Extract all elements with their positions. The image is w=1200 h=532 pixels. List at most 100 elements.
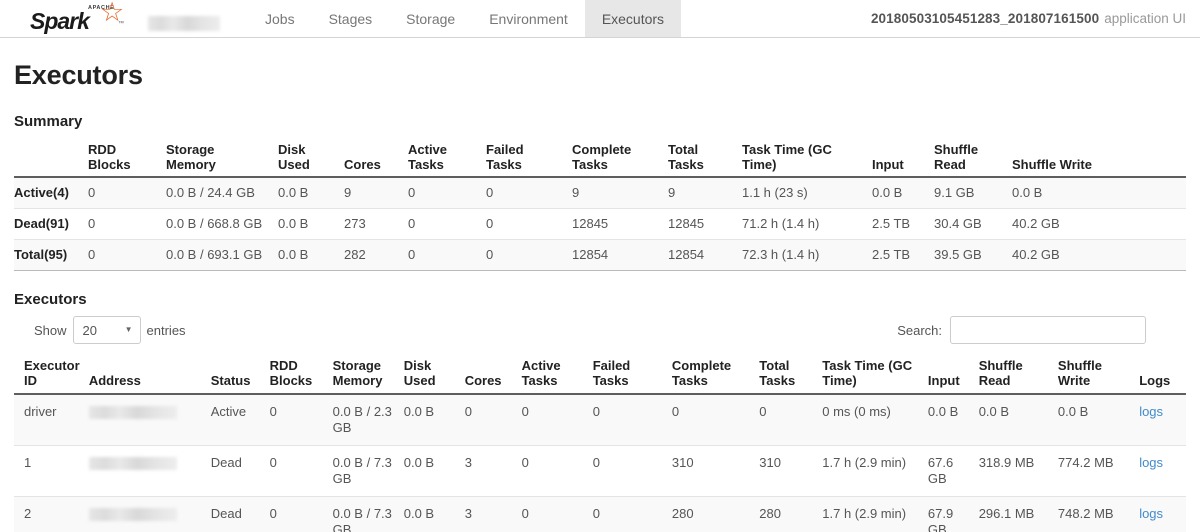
col-storage-memory[interactable]: Storage Memory — [333, 354, 404, 394]
col-line2: Tasks — [759, 373, 795, 388]
cell-status: Dead — [211, 497, 270, 532]
cell-active-tasks: 0 — [408, 209, 486, 240]
table-row: Dead(91) 0 0.0 B / 668.8 GB 0.0 B 273 0 … — [14, 209, 1186, 240]
cell-shuffle-read: 296.1 MB — [979, 497, 1058, 532]
col-line2: Input — [872, 157, 904, 172]
cell-disk-used: 0.0 B — [278, 209, 344, 240]
col-line1: RDD — [270, 358, 298, 373]
col-line2: Time) — [742, 157, 776, 172]
cell-failed-tasks: 0 — [486, 177, 572, 209]
col-failed-tasks[interactable]: Failed Tasks — [593, 354, 672, 394]
cell-rdd-blocks: 0 — [88, 177, 166, 209]
cell-logs: logs — [1139, 497, 1186, 532]
cell-status: Dead — [211, 446, 270, 497]
col-total-tasks[interactable]: Total Tasks — [759, 354, 822, 394]
cell-shuffle-write: 0.0 B — [1058, 394, 1139, 446]
col-line1: RDD — [88, 142, 116, 157]
col-status[interactable]: Status — [211, 354, 270, 394]
summary-col-disk-used: Disk Used — [278, 138, 344, 177]
col-line2: Memory — [333, 373, 383, 388]
entries-select[interactable]: 20 40 60 100 All — [73, 316, 141, 344]
cell-active-tasks: 0 — [408, 240, 486, 271]
page-title: Executors — [14, 60, 1186, 91]
cell-total-tasks: 12845 — [668, 209, 742, 240]
cell-storage-memory: 0.0 B / 7.3 GB — [333, 446, 404, 497]
address-redacted — [89, 406, 177, 419]
col-line2: ID — [24, 373, 37, 388]
cell-input: 2.5 TB — [872, 240, 934, 271]
cell-shuffle-write: 0.0 B — [1012, 177, 1186, 209]
col-line1: Disk — [278, 142, 305, 157]
col-line1: Task Time (GC — [822, 358, 912, 373]
col-shuffle-read[interactable]: Shuffle Read — [979, 354, 1058, 394]
table-controls: Show 20 40 60 100 All ▼ entries Search: — [14, 316, 1186, 344]
summary-row-label: Total(95) — [14, 240, 88, 271]
logs-link[interactable]: logs — [1139, 404, 1163, 419]
col-line1: Complete — [672, 358, 731, 373]
cell-input: 67.9 GB — [928, 497, 979, 532]
application-ui-label: application UI — [1104, 11, 1186, 26]
summary-table-body: Active(4) 0 0.0 B / 24.4 GB 0.0 B 9 0 0 … — [14, 177, 1186, 271]
col-executor-id[interactable]: Executor ID — [14, 354, 89, 394]
logs-link[interactable]: logs — [1139, 506, 1163, 521]
col-line2: Logs — [1139, 373, 1170, 388]
col-line2: Tasks — [572, 157, 608, 172]
summary-col-complete-tasks: Complete Tasks — [572, 138, 668, 177]
cell-failed-tasks: 0 — [486, 209, 572, 240]
cell-total-tasks: 310 — [759, 446, 822, 497]
logs-link[interactable]: logs — [1139, 455, 1163, 470]
col-line1: Active — [408, 142, 447, 157]
cell-complete-tasks: 280 — [672, 497, 759, 532]
cell-total-tasks: 9 — [668, 177, 742, 209]
col-input[interactable]: Input — [928, 354, 979, 394]
col-line1: Active — [522, 358, 561, 373]
cell-rdd-blocks: 0 — [270, 497, 333, 532]
cell-input: 2.5 TB — [872, 209, 934, 240]
col-line2: Cores — [344, 157, 381, 172]
cell-complete-tasks: 0 — [672, 394, 759, 446]
summary-col-cores: Cores — [344, 138, 408, 177]
col-line2: Used — [278, 157, 310, 172]
cell-complete-tasks: 12845 — [572, 209, 668, 240]
col-address[interactable]: Address — [89, 354, 211, 394]
col-line2: Read — [934, 157, 966, 172]
tab-stages[interactable]: Stages — [312, 0, 390, 37]
col-line2: Shuffle Write — [1012, 157, 1092, 172]
col-line2: Status — [211, 373, 251, 388]
cell-shuffle-write: 40.2 GB — [1012, 240, 1186, 271]
spark-brand[interactable]: APACHE Spark ™ ☆ — [0, 0, 228, 38]
col-rdd-blocks[interactable]: RDD Blocks — [270, 354, 333, 394]
col-line2: Used — [404, 373, 436, 388]
cell-address — [89, 446, 211, 497]
top-navbar: APACHE Spark ™ ☆ Jobs Stages Storage Env… — [0, 0, 1200, 38]
cell-input: 67.6 GB — [928, 446, 979, 497]
col-line1: Shuffle — [1058, 358, 1102, 373]
col-shuffle-write[interactable]: Shuffle Write — [1058, 354, 1139, 394]
star-icon: ☆ — [100, 0, 126, 25]
tab-storage[interactable]: Storage — [389, 0, 472, 37]
col-active-tasks[interactable]: Active Tasks — [522, 354, 593, 394]
col-line1: Storage — [166, 142, 214, 157]
cell-storage-memory: 0.0 B / 668.8 GB — [166, 209, 278, 240]
col-line2: Tasks — [522, 373, 558, 388]
col-complete-tasks[interactable]: Complete Tasks — [672, 354, 759, 394]
cell-active-tasks: 0 — [522, 497, 593, 532]
tab-environment[interactable]: Environment — [472, 0, 585, 37]
search-input[interactable] — [950, 316, 1146, 344]
cell-cores: 0 — [465, 394, 522, 446]
col-logs: Logs — [1139, 354, 1186, 394]
col-line1: Complete — [572, 142, 631, 157]
tab-executors[interactable]: Executors — [585, 0, 681, 37]
cell-shuffle-write: 774.2 MB — [1058, 446, 1139, 497]
cell-total-tasks: 280 — [759, 497, 822, 532]
col-disk-used[interactable]: Disk Used — [404, 354, 465, 394]
cell-cores: 3 — [465, 446, 522, 497]
tab-jobs[interactable]: Jobs — [248, 0, 312, 37]
navbar-app-info: 20180503105451283_201807161500 applicati… — [871, 0, 1200, 37]
cell-input: 0.0 B — [872, 177, 934, 209]
col-cores[interactable]: Cores — [465, 354, 522, 394]
show-label: Show — [34, 323, 67, 338]
cell-task-time: 71.2 h (1.4 h) — [742, 209, 872, 240]
col-task-time[interactable]: Task Time (GC Time) — [822, 354, 928, 394]
table-row: 1 Dead 0 0.0 B / 7.3 GB 0.0 B 3 0 0 310 … — [14, 446, 1186, 497]
